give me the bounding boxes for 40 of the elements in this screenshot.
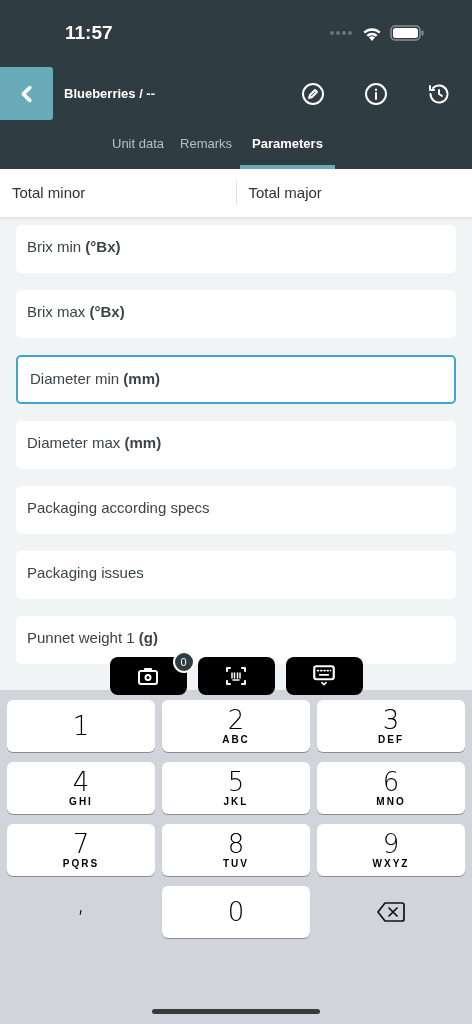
keyboard-key[interactable]: 4 GHI xyxy=(7,762,155,814)
total-label: Total major xyxy=(248,182,322,203)
camera-button[interactable] xyxy=(109,657,187,695)
input-field[interactable]: Packaging issues xyxy=(16,551,456,599)
field-label: Punnet weight 1 (g) xyxy=(27,627,158,648)
input-field[interactable]: Packaging according specs xyxy=(16,486,456,534)
total-label: Total minor xyxy=(12,182,86,203)
barcode-scan-icon[interactable] xyxy=(224,664,248,688)
keyboard-key[interactable]: 3 DEF xyxy=(317,700,465,752)
keyboard-key[interactable]: 7 PQRS xyxy=(7,824,155,876)
wifi-icon xyxy=(362,25,382,41)
clock-text: 11:57 xyxy=(65,20,113,45)
keyboard-key[interactable]: 9 WXYZ xyxy=(317,824,465,876)
keyboard-key[interactable]: 1 xyxy=(7,700,155,752)
field-label: Brix max (°Bx) xyxy=(27,301,125,322)
keyboard-key[interactable]: 5 JKL xyxy=(162,762,310,814)
field-label: Packaging issues xyxy=(27,562,144,583)
page-title: Blueberries / -- xyxy=(64,84,157,103)
input-field[interactable]: Diameter min (mm) xyxy=(16,355,456,404)
input-field[interactable]: Brix max (°Bx) xyxy=(16,290,456,338)
input-field[interactable]: Diameter max (mm) xyxy=(16,421,456,469)
field-label: Diameter min (mm) xyxy=(30,369,161,390)
info-icon[interactable] xyxy=(364,81,388,106)
battery-icon xyxy=(390,25,424,41)
tab[interactable]: Unit data xyxy=(104,121,173,169)
keyboard-key[interactable]: 0 xyxy=(162,886,310,938)
hide-keyboard-button[interactable] xyxy=(285,657,363,695)
scan-button[interactable] xyxy=(197,657,275,695)
backspace-icon[interactable] xyxy=(377,901,405,923)
keyboard-key[interactable]: 8 TUV xyxy=(162,824,310,876)
field-label: Brix min (°Bx) xyxy=(27,236,121,257)
field-label: Packaging according specs xyxy=(27,497,210,518)
keyboard-key[interactable]: 6 MNO xyxy=(317,762,465,814)
tab[interactable]: Remarks xyxy=(172,121,241,169)
edit-icon[interactable] xyxy=(301,81,325,106)
keyboard-key[interactable]: 2 ABC xyxy=(162,700,310,752)
comma-key[interactable]: , xyxy=(7,886,155,938)
input-field[interactable]: Brix min (°Bx) xyxy=(16,225,456,273)
field-label: Diameter max (mm) xyxy=(27,432,162,453)
signal-icon xyxy=(330,31,354,35)
